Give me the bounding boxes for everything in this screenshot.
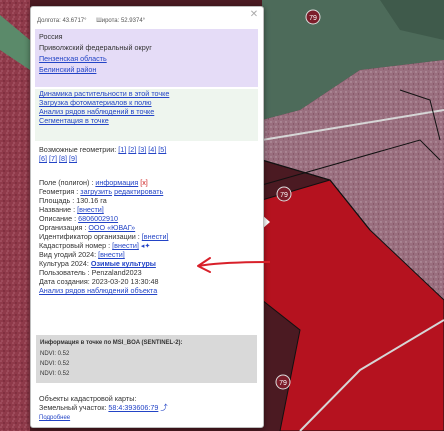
land-type-label: Вид угодий 2024: [39,250,97,259]
pointer-icon[interactable]: ◂✦ [141,241,151,250]
latitude-text: Широта: 52.9374° [96,18,146,24]
geometry-link-4[interactable]: [4] [148,145,156,154]
road-marker-top: 79 [305,9,321,25]
info-popup: ✕ Долгота: 43.6717° Широта: 52.9374° Рос… [30,6,264,428]
region-box: Россия Приволжский федеральный округ Пен… [35,29,258,87]
geometry-load-link[interactable]: загрузить [80,187,112,196]
organization-label: Организация : [39,223,87,232]
ndvi-row-2: NDVI: 0.52 [40,361,70,367]
point-info-title: Информация в точке по MSI_BOA (SENTINEL-… [40,340,183,346]
geometry-link-1[interactable]: [1] [118,145,126,154]
geometries-label: Возможные геометрии: [39,145,117,154]
org-id-link[interactable]: [внести] [142,232,169,241]
coordinates: Долгота: 43.6717° Широта: 52.9374° [37,17,153,26]
description-label: Описание : [39,214,77,223]
geometry-link-8[interactable]: [8] [59,154,67,163]
point-info-box: Информация в точке по MSI_BOA (SENTINEL-… [36,335,257,383]
parcel-row: Земельный участок: 58:4:393606:79 ⤴ [39,403,168,413]
geometries-row-2: [6] [7] [8] [9] [39,154,77,164]
geometry-edit-link[interactable]: редактировать [114,187,163,196]
close-icon[interactable]: ✕ [249,10,259,20]
culture-link[interactable]: Озимые культуры [91,259,156,268]
geometry-label: Геометрия : [39,187,79,196]
external-link-icon[interactable]: ⤴ [160,403,167,412]
oblast-link[interactable]: Пензенская область [39,54,107,64]
organization-link[interactable]: ООО «ЮВАГ» [88,223,135,232]
land-type-link[interactable]: [внести] [98,250,125,259]
parcel-number-link[interactable]: 58:4:393606:79 [108,403,158,412]
cadastral-edit-link[interactable]: [внести] [112,241,139,250]
geometry-link-7[interactable]: [7] [49,154,57,163]
svg-text:79: 79 [279,380,287,387]
object-analysis-link[interactable]: Анализ рядов наблюдений объекта [39,286,157,296]
geometry-link-6[interactable]: [6] [39,154,47,163]
parcel-label: Земельный участок: [39,403,107,412]
road-marker-bottom: 79 [275,374,291,390]
details-link[interactable]: Подробнее [39,414,70,423]
geometry-link-3[interactable]: [3] [138,145,146,154]
country-text: Россия [39,32,63,41]
segmentation-link[interactable]: Сегментация в точке [39,116,109,126]
polygon-info-link[interactable]: информация [95,178,138,187]
district-text: Приволжский федеральный округ [39,43,152,52]
polygon-label: Поле (полигон) : [39,178,94,187]
geometry-link-2[interactable]: [2] [128,145,136,154]
name-edit-link[interactable]: [внести] [77,205,104,214]
culture-label: Культура 2024: [39,259,89,268]
geometry-link-9[interactable]: [9] [69,154,77,163]
polygon-delete-button[interactable]: [x] [140,178,148,187]
cadastral-label: Кадастровый номер : [39,241,111,250]
org-id-label: Идентификатор организации : [39,232,140,241]
svg-text:79: 79 [309,15,317,22]
geometry-link-5[interactable]: [5] [158,145,166,154]
ndvi-row-1: NDVI: 0.52 [40,351,70,357]
road-marker-mid: 79 [276,186,292,202]
svg-text:79: 79 [280,192,288,199]
ndvi-row-3: NDVI: 0.52 [40,371,70,377]
description-link[interactable]: 6806002910 [78,214,118,223]
raion-link[interactable]: Белинский район [39,65,96,75]
longitude-text: Долгота: 43.6717° [37,18,87,24]
name-label: Название : [39,205,76,214]
